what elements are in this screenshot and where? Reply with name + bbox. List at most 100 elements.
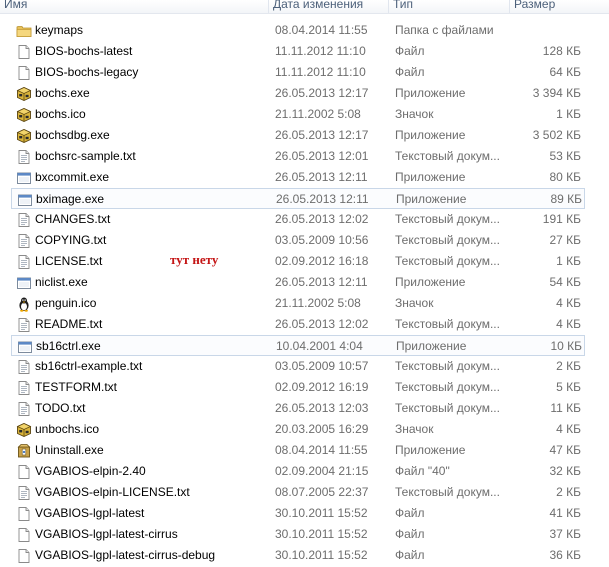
column-header: Имя Дата изменения Тип Размер (0, 0, 609, 14)
file-name: sb16ctrl-example.txt (35, 359, 143, 373)
file-name: VGABIOS-lgpl-latest-cirrus-debug (35, 548, 216, 562)
installer-icon (16, 443, 32, 459)
file-type: Текстовый докум... (395, 254, 500, 268)
text-file-icon (16, 212, 32, 228)
column-size-header[interactable]: Размер (510, 0, 555, 13)
file-type: Текстовый докум... (395, 401, 500, 415)
file-row[interactable]: Uninstall.exe 08.04.2014 11:55 Приложение 4… (11, 440, 585, 461)
file-name: VGABIOS-lgpl-latest (35, 506, 145, 520)
file-row[interactable]: sb16ctrl-example.txt 03.05.2009 10:57 Текс… (11, 356, 585, 377)
file-name: LICENSE.txt (35, 254, 103, 268)
file-size: 3 394 КБ (532, 86, 581, 100)
file-type: Файл (395, 65, 425, 79)
file-date: 26.05.2013 12:17 (275, 128, 369, 142)
file-row[interactable]: VGABIOS-lgpl-latest-cirrus 30.10.2011 15:… (11, 524, 585, 545)
file-row[interactable]: bochsdbg.exe 26.05.2013 12:17 Приложение 3 … (11, 125, 585, 146)
file-row[interactable]: bochs.exe 26.05.2013 12:17 Приложение 3 394… (11, 83, 585, 104)
file-size: 2 КБ (556, 485, 581, 499)
file-row[interactable]: LICENSE.txt 02.09.2012 16:18 Текстовый док… (11, 251, 585, 272)
file-size: 128 КБ (542, 44, 581, 58)
file-size: 11 КБ (550, 401, 581, 415)
file-date: 26.05.2013 12:17 (275, 86, 369, 100)
file-size: 3 502 КБ (532, 128, 581, 142)
file-size: 27 КБ (549, 233, 581, 247)
file-name: BIOS-bochs-latest (35, 44, 133, 58)
file-type: Файл (395, 506, 425, 520)
file-name: bochsrc-sample.txt (35, 149, 136, 163)
text-file-icon (16, 254, 32, 270)
file-size: 2 КБ (556, 359, 581, 373)
file-type: Приложение (395, 275, 466, 289)
file-type: Приложение (395, 443, 466, 457)
column-name-header[interactable]: Имя (0, 0, 27, 13)
file-name: COPYING.txt (35, 233, 107, 247)
file-name: sb16ctrl.exe (36, 339, 101, 353)
file-row[interactable]: BIOS-bochs-latest 11.11.2012 11:10 Файл 128… (11, 41, 585, 62)
file-date: 02.09.2012 16:19 (275, 380, 369, 394)
file-row[interactable]: VGABIOS-lgpl-latest 30.10.2011 15:52 Файл 4… (11, 503, 585, 524)
file-row[interactable]: README.txt 26.05.2013 12:02 Текстовый доку… (11, 314, 585, 335)
file-size: 1 КБ (556, 107, 581, 121)
file-size: 4 КБ (556, 422, 581, 436)
column-type-header[interactable]: Тип (389, 0, 413, 13)
text-file-icon (16, 401, 32, 417)
file-row[interactable]: bochsrc-sample.txt 26.05.2013 12:01 Тексто… (11, 146, 585, 167)
file-row[interactable]: bochs.ico 21.11.2002 5:08 Значок 1 КБ (11, 104, 585, 125)
bochs-app-icon (16, 422, 32, 438)
file-type: Текстовый докум... (395, 149, 500, 163)
exe-window-icon (16, 275, 32, 291)
file-name: README.txt (35, 317, 103, 331)
file-type: Значок (395, 296, 434, 310)
file-row[interactable]: VGABIOS-elpin-LICENSE.txt 08.07.2005 22:3… (11, 482, 585, 503)
file-name: VGABIOS-lgpl-latest-cirrus (35, 527, 178, 541)
file-size (511, 20, 581, 41)
file-name: VGABIOS-elpin-LICENSE.txt (35, 485, 190, 499)
file-type: Значок (395, 422, 434, 436)
exe-window-icon (16, 170, 32, 186)
text-file-icon (16, 317, 32, 333)
file-row[interactable]: bximage.exe 26.05.2013 12:11 Приложение 89 … (11, 188, 585, 209)
file-row[interactable]: niclist.exe 26.05.2013 12:11 Приложение 54 … (11, 272, 585, 293)
file-name: Uninstall.exe (35, 443, 104, 457)
file-row[interactable]: CHANGES.txt 26.05.2013 12:02 Текстовый док… (11, 209, 585, 230)
file-row[interactable]: sb16ctrl.exe 10.04.2001 4:04 Приложение 10 … (11, 335, 585, 356)
file-type: Файл (395, 527, 425, 541)
file-row[interactable]: keymaps 08.04.2014 11:55 Папка с файлами (11, 20, 585, 41)
file-date: 03.05.2009 10:57 (275, 359, 369, 373)
file-date: 10.04.2001 4:04 (276, 339, 363, 353)
file-type: Текстовый докум... (395, 359, 500, 373)
file-row[interactable]: BIOS-bochs-legacy 11.11.2012 11:10 Файл 64 … (11, 62, 585, 83)
file-size: 4 КБ (556, 296, 581, 310)
file-size: 10 КБ (550, 339, 582, 353)
file-type: Значок (395, 107, 434, 121)
file-type: Приложение (395, 170, 466, 184)
file-size: 53 КБ (549, 149, 581, 163)
file-date: 02.09.2004 21:15 (275, 464, 369, 478)
file-type: Приложение (396, 339, 467, 353)
text-file-icon (16, 485, 32, 501)
text-file-icon (16, 233, 32, 249)
column-date-header[interactable]: Дата изменения (269, 0, 363, 13)
file-size: 191 КБ (542, 212, 581, 226)
file-row[interactable]: VGABIOS-elpin-2.40 02.09.2004 21:15 Файл "… (11, 461, 585, 482)
file-size: 54 КБ (549, 275, 581, 289)
file-row[interactable]: penguin.ico 21.11.2002 5:08 Значок 4 КБ (11, 293, 585, 314)
file-size: 41 КБ (549, 506, 581, 520)
file-name: CHANGES.txt (35, 212, 111, 226)
file-date: 26.05.2013 12:02 (275, 317, 369, 331)
file-row[interactable]: TESTFORM.txt 02.09.2012 16:19 Текстовый до… (11, 377, 585, 398)
file-date: 08.04.2014 11:55 (275, 443, 368, 457)
file-name: unbochs.ico (35, 422, 100, 436)
file-date: 26.05.2013 12:11 (276, 192, 369, 206)
file-type: Текстовый докум... (395, 212, 500, 226)
file-name: bximage.exe (36, 192, 105, 206)
bochs-app-icon (16, 107, 32, 123)
file-date: 26.05.2013 12:02 (275, 212, 369, 226)
file-row[interactable]: VGABIOS-lgpl-latest-cirrus-debug 30.10.20… (11, 545, 585, 566)
file-row[interactable]: COPYING.txt 03.05.2009 10:56 Текстовый док… (11, 230, 585, 251)
file-size: 80 КБ (549, 170, 581, 184)
file-row[interactable]: TODO.txt 26.05.2013 12:03 Текстовый докум.… (11, 398, 585, 419)
file-row[interactable]: bxcommit.exe 26.05.2013 12:11 Приложение 80… (11, 167, 585, 188)
annotation-text: тут нету (170, 252, 219, 267)
file-row[interactable]: unbochs.ico 20.03.2005 16:29 Значок 4 КБ (11, 419, 585, 440)
